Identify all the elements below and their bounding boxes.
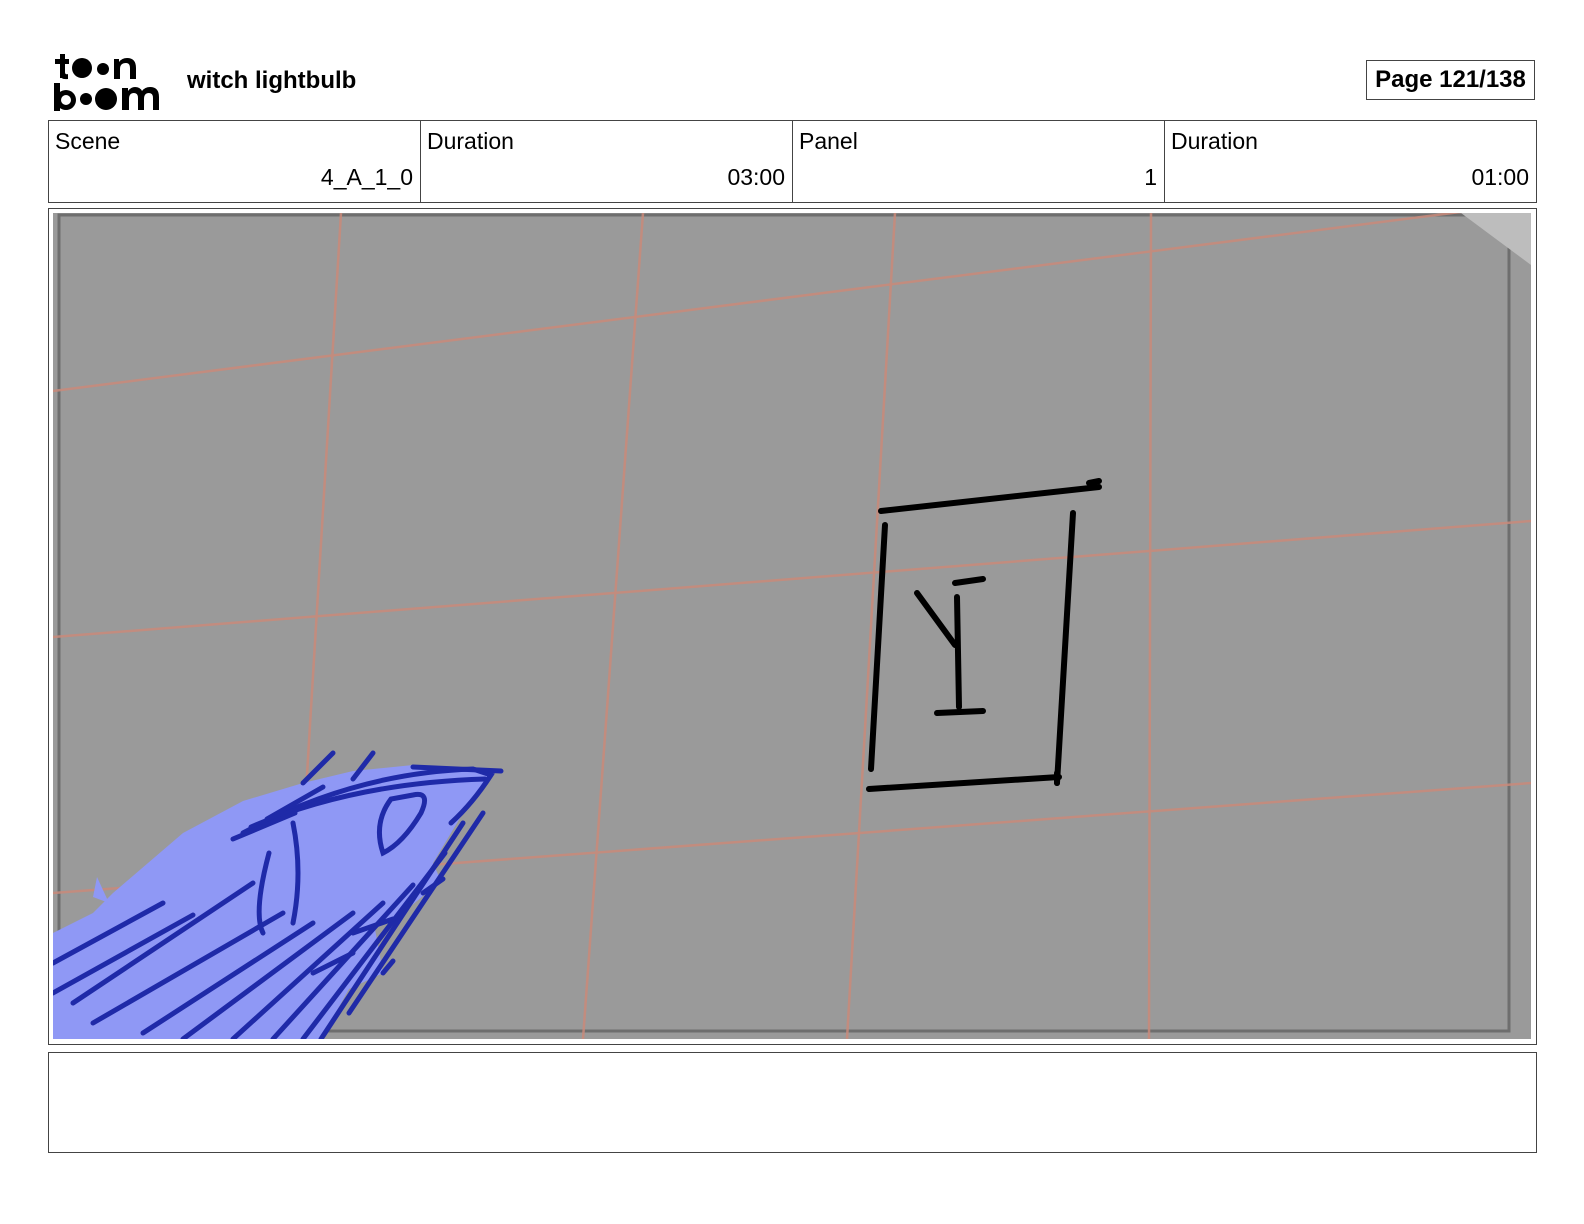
panel-duration-value: 01:00 xyxy=(1471,164,1529,190)
scene-info-table: Scene 4_A_1_0 Duration 03:00 Panel 1 Dur… xyxy=(48,120,1537,203)
panel-image xyxy=(53,213,1531,1039)
scene-duration-cell: Duration 03:00 xyxy=(421,121,793,202)
panel-drawing xyxy=(53,213,1531,1039)
project-title: witch lightbulb xyxy=(187,67,357,94)
scene-duration-value: 03:00 xyxy=(727,164,785,190)
scene-cell: Scene 4_A_1_0 xyxy=(49,121,421,202)
scene-label: Scene xyxy=(55,128,121,154)
panel-value: 1 xyxy=(1144,164,1157,190)
toon-boom-logo xyxy=(52,50,164,112)
panel-label: Panel xyxy=(799,128,858,154)
panel-duration-label: Duration xyxy=(1171,128,1258,154)
toon-boom-logo-graphic xyxy=(54,54,159,111)
scene-value: 4_A_1_0 xyxy=(320,164,413,190)
panel-duration-cell: Duration 01:00 xyxy=(1165,121,1536,202)
scene-duration-label: Duration xyxy=(427,128,514,154)
storyboard-panel xyxy=(48,208,1537,1045)
panel-notes xyxy=(48,1052,1537,1153)
page-indicator: Page 121/138 xyxy=(1366,60,1535,100)
panel-cell: Panel 1 xyxy=(793,121,1165,202)
